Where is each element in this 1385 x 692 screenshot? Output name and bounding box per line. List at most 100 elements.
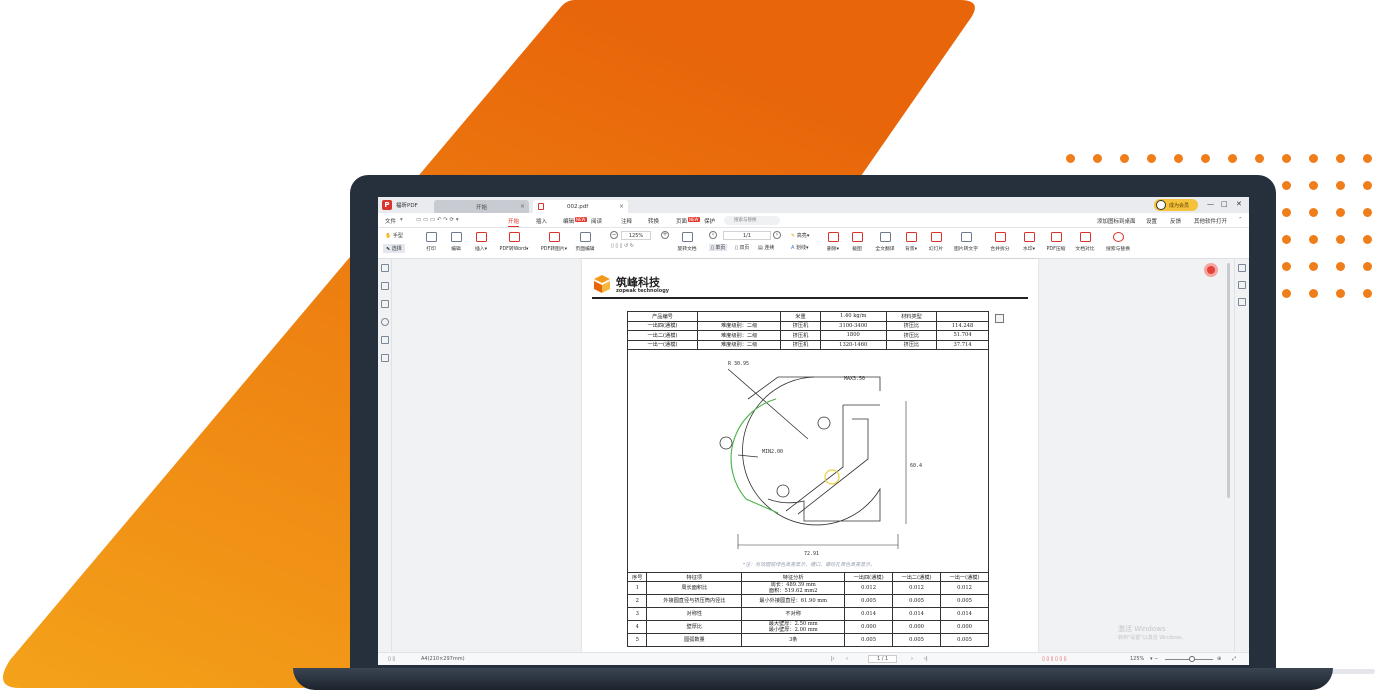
- table-cell: 51.704: [936, 330, 989, 341]
- next-page-icon[interactable]: ›: [911, 656, 913, 662]
- collapse-ribbon-icon[interactable]: ⌃: [1238, 217, 1243, 223]
- comment-icon[interactable]: [381, 300, 389, 308]
- menu-feedback[interactable]: 反馈: [1170, 217, 1181, 225]
- page-edit-button[interactable]: 页面编辑: [570, 232, 600, 252]
- slideshow-icon: [930, 232, 942, 242]
- printer-icon: [425, 232, 437, 242]
- attachment-icon[interactable]: [381, 336, 389, 344]
- zoom-out-icon[interactable]: −: [610, 231, 618, 239]
- zoom-slider-thumb[interactable]: [1189, 656, 1195, 662]
- menu-protect[interactable]: 保护: [704, 217, 715, 225]
- table-cell: 不对称: [741, 607, 846, 621]
- next-page-icon[interactable]: ›: [773, 231, 781, 239]
- vertical-scrollbar[interactable]: [1227, 263, 1230, 498]
- view-mode-icons[interactable]: ▯ ▯ ▯ ▯ ▯ ▯: [1042, 656, 1066, 662]
- properties-icon[interactable]: [1238, 264, 1246, 272]
- zoom-out-icon[interactable]: ▾ −: [1150, 656, 1158, 662]
- hand-tool[interactable]: ✋ 手型: [385, 232, 403, 239]
- search-replace-input[interactable]: 搜索与替换: [724, 216, 780, 225]
- drawing-note: *注：有效圆弧绿色高亮显示，槽口、螺纹孔黄色高亮显示。: [742, 562, 876, 568]
- zoom-select[interactable]: 125%: [621, 231, 651, 240]
- underline-button[interactable]: A 划线▾: [791, 244, 809, 251]
- highlight-button[interactable]: ✎ 高亮▾: [791, 232, 809, 239]
- last-page-icon[interactable]: ›|: [924, 656, 928, 662]
- menu-settings[interactable]: 设置: [1146, 217, 1157, 225]
- page-number-input[interactable]: 1/1: [723, 231, 771, 240]
- slideshow-button[interactable]: 幻灯片: [921, 232, 951, 252]
- menu-annotate[interactable]: 注释: [621, 217, 632, 225]
- table-cell: 材料类型: [885, 311, 938, 322]
- continuous-button[interactable]: ▤ 连续: [758, 244, 774, 251]
- select-tool[interactable]: ⬉ 选择: [383, 244, 405, 253]
- document-info-icon[interactable]: [1238, 298, 1246, 306]
- table-cell: 2: [626, 594, 648, 608]
- menu-edit-label: 编辑: [563, 219, 575, 225]
- chat-icon[interactable]: [1238, 281, 1246, 289]
- dot: [1282, 208, 1291, 217]
- image-to-text-button[interactable]: 图片转文字: [948, 232, 984, 252]
- dot: [1363, 289, 1372, 298]
- table-header-cell: 一出一(通模): [940, 572, 989, 582]
- first-page-icon[interactable]: |‹: [831, 656, 835, 662]
- table-cell: 0.012: [844, 581, 894, 595]
- maximize-icon[interactable]: □: [1221, 200, 1228, 208]
- table-cell: 难度级别：二级: [696, 320, 782, 331]
- signature-icon[interactable]: [381, 354, 389, 362]
- prev-page-icon[interactable]: ‹: [709, 231, 717, 239]
- close-icon[interactable]: ×: [619, 203, 624, 210]
- page-nav-input[interactable]: 1 / 1: [868, 655, 898, 663]
- double-page-button[interactable]: ▯ 双页: [735, 244, 749, 251]
- dot: [1309, 289, 1318, 298]
- tab-start[interactable]: 开始 ×: [434, 200, 529, 213]
- menu-insert[interactable]: 插入: [536, 217, 547, 225]
- single-page-button[interactable]: ▯ 单页: [709, 244, 728, 251]
- pdf-to-image-button[interactable]: PDF转图片▾: [536, 232, 572, 252]
- floating-action-button[interactable]: [1204, 263, 1218, 277]
- zoom-in-icon[interactable]: ⊕: [1217, 656, 1221, 662]
- menu-edit[interactable]: 编辑 NEW: [563, 217, 587, 225]
- menu-file[interactable]: 文件: [385, 217, 396, 225]
- search-replace-button[interactable]: 搜索与替换: [1100, 232, 1136, 252]
- table-cell: 0.000: [940, 620, 989, 634]
- menu-add-desktop-icon[interactable]: 添加图标到桌面: [1097, 217, 1136, 225]
- bookmark-icon[interactable]: [381, 264, 389, 272]
- fullscreen-icon[interactable]: ⤢: [1232, 656, 1236, 662]
- fit-page-icons[interactable]: ▯ ▯ ▯ ↺ ↻: [611, 243, 634, 249]
- close-window-icon[interactable]: ✕: [1236, 200, 1242, 208]
- rotate-doc-button[interactable]: 旋转文档: [672, 232, 702, 252]
- compare-button[interactable]: 文档对比: [1069, 232, 1101, 252]
- insert-button[interactable]: 插入▾: [466, 232, 496, 252]
- menu-read[interactable]: 阅读: [591, 217, 602, 225]
- sidebar-toggle-icons[interactable]: ▯ ▯: [388, 656, 395, 662]
- zoom-in-icon[interactable]: +: [661, 231, 669, 239]
- vip-button[interactable]: 成为会员: [1154, 199, 1198, 211]
- minimize-icon[interactable]: —: [1207, 200, 1214, 208]
- insert-label: 插入: [474, 247, 485, 252]
- image-icon: [548, 232, 560, 242]
- pdf-compress-button[interactable]: PDF压缩: [1040, 232, 1072, 252]
- tab-document[interactable]: 002.pdf ×: [533, 200, 628, 213]
- avatar: [1156, 200, 1166, 210]
- quick-access-icons[interactable]: ▭ ▭ ▭ ↶ ↷ ⟳ ▾: [416, 217, 459, 223]
- menu-page-label: 页面: [676, 219, 688, 225]
- menu-start[interactable]: 开始: [508, 217, 520, 227]
- table-cell: 周长：489.39 mm 面积：519.62 mm2: [741, 581, 846, 595]
- menu-page[interactable]: 页面 NEW: [676, 217, 700, 225]
- table-cell: 0.014: [940, 607, 989, 621]
- close-icon[interactable]: ×: [520, 203, 525, 210]
- dot: [1282, 235, 1291, 244]
- table-cell: 0.005: [940, 633, 989, 647]
- double-page-label: 双页: [739, 245, 750, 251]
- status-zoom-select[interactable]: 125%: [1130, 656, 1144, 662]
- prev-page-icon[interactable]: ‹: [846, 656, 848, 662]
- merge-split-button[interactable]: 合并拆分: [982, 232, 1018, 252]
- floating-tool-icon[interactable]: [995, 314, 1004, 323]
- thumbnail-icon[interactable]: [381, 282, 389, 290]
- menu-convert[interactable]: 转换: [648, 217, 659, 225]
- pdf-to-word-button[interactable]: PDF转Word▾: [496, 232, 532, 252]
- table-cell: 0.014: [892, 607, 942, 621]
- menu-open-other[interactable]: 其他软件打开: [1194, 217, 1227, 225]
- search-icon[interactable]: [381, 318, 389, 326]
- compare-label: 文档对比: [1075, 247, 1095, 252]
- chevron-down-icon[interactable]: ▾: [400, 217, 403, 223]
